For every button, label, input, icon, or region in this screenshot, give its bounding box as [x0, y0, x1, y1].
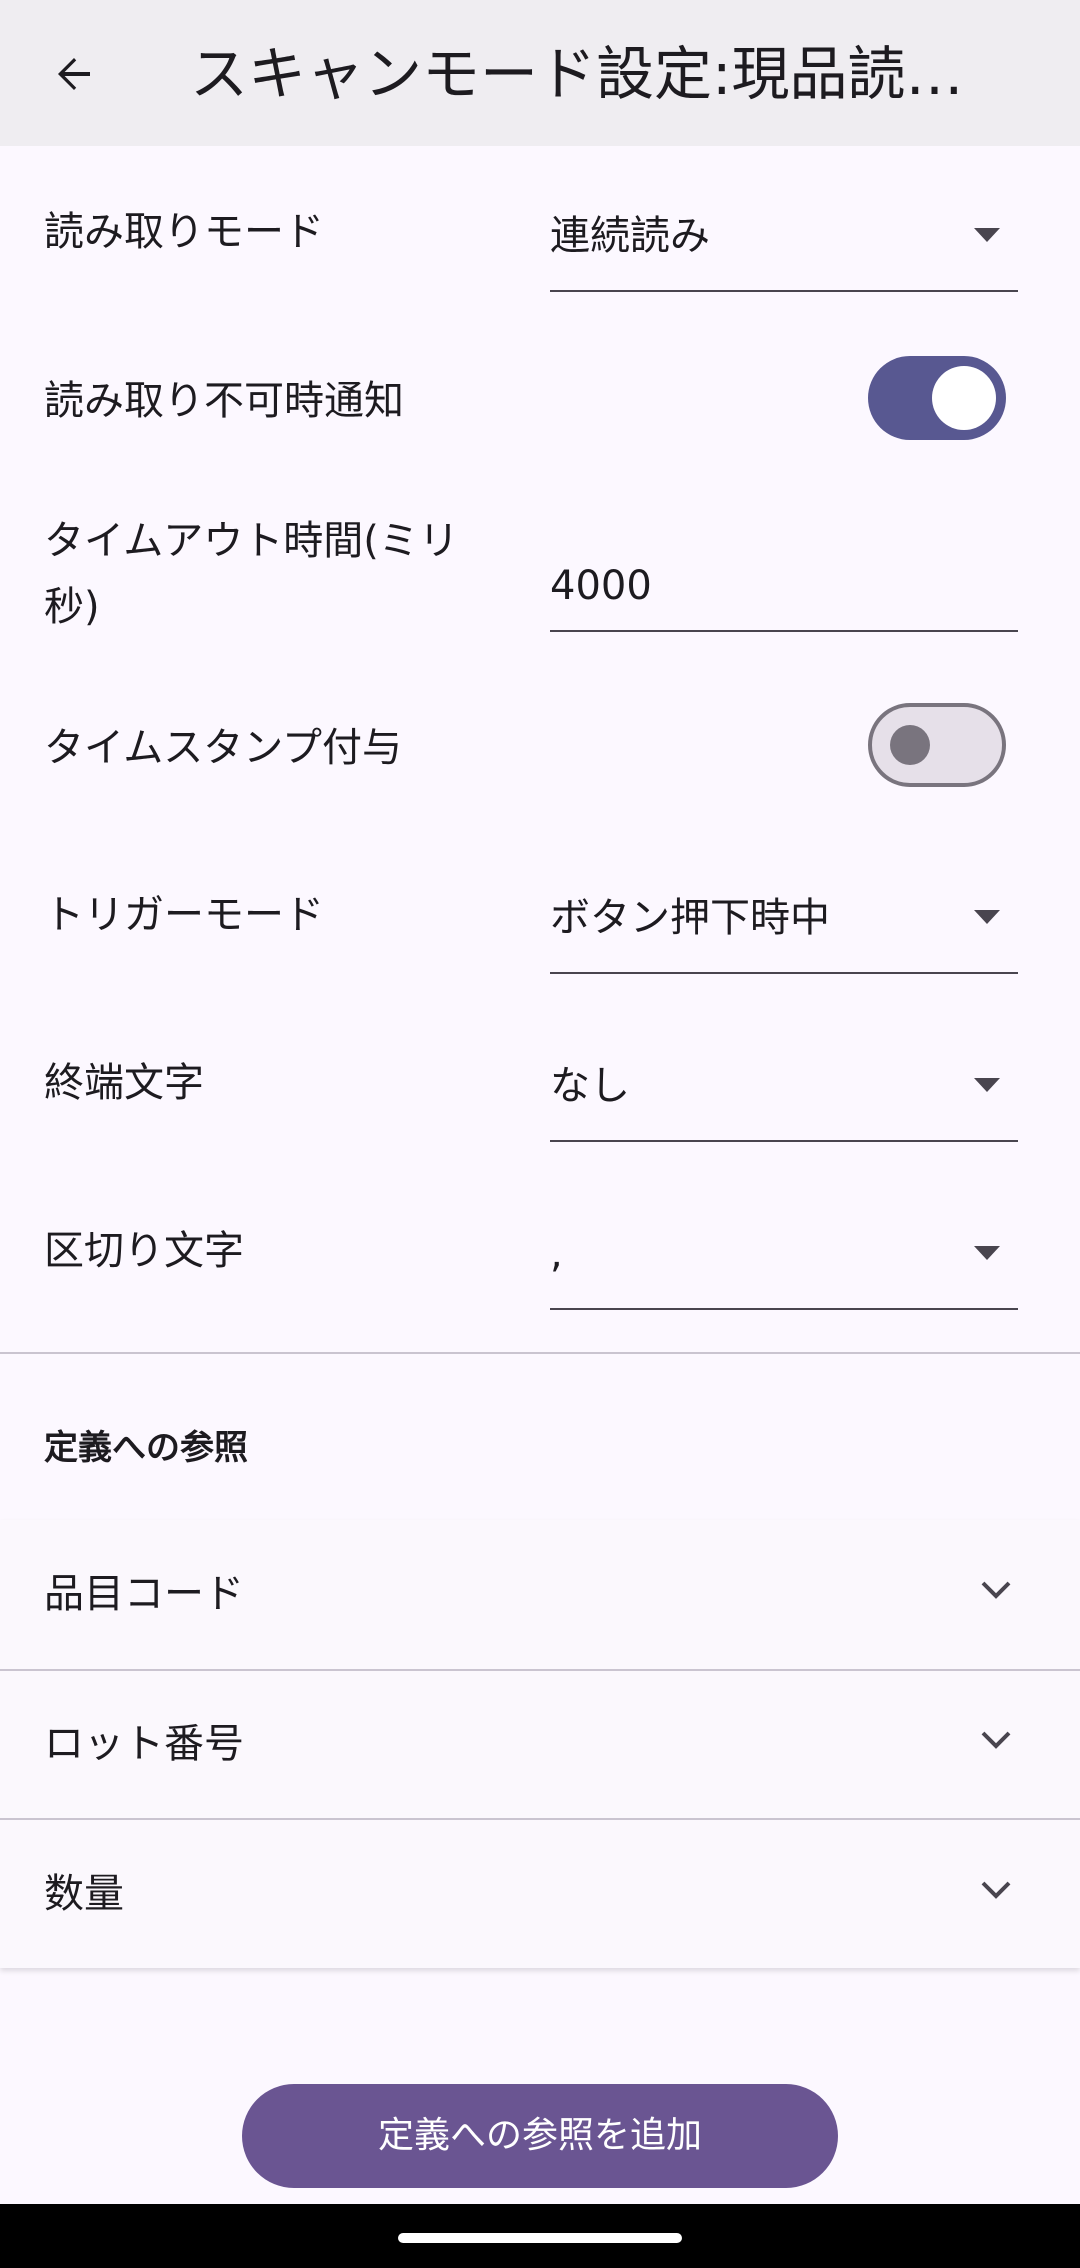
- section-divider: [0, 1352, 1080, 1354]
- chevron-down-icon: [981, 1581, 1011, 1599]
- timeout-label: タイムアウト時間(ミリ秒): [44, 518, 459, 630]
- references-card: 品目コード ロット番号 数量: [0, 1520, 1080, 1968]
- page-title: スキャンモード設定:現品読み…: [190, 40, 1020, 108]
- read-mode-label: 読み取りモード: [44, 209, 324, 255]
- dropdown-arrow-icon: [974, 910, 1000, 924]
- dropdown-arrow-icon: [974, 1246, 1000, 1260]
- reference-item-item-code[interactable]: 品目コード: [0, 1520, 1080, 1668]
- references-section-title: 定義への参照: [44, 1428, 248, 1468]
- terminator-label: 終端文字: [44, 1060, 204, 1106]
- reference-item-lot-number[interactable]: ロット番号: [0, 1670, 1080, 1818]
- arrow-back-icon: [58, 58, 90, 90]
- terminator-value: なし: [550, 1063, 630, 1109]
- top-app-bar: スキャンモード設定:現品読み…: [0, 0, 1080, 146]
- reference-item-label: 数量: [44, 1871, 124, 1917]
- separator-value: ,: [550, 1231, 563, 1277]
- back-button[interactable]: [34, 34, 114, 114]
- add-reference-button[interactable]: 定義への参照を追加: [242, 2084, 838, 2188]
- dropdown-arrow-icon: [974, 1078, 1000, 1092]
- trigger-mode-label: トリガーモード: [44, 892, 324, 938]
- timeout-input[interactable]: 4000: [550, 536, 1018, 632]
- read-mode-dropdown[interactable]: 連続読み: [550, 196, 1018, 292]
- chevron-down-icon: [981, 1881, 1011, 1899]
- read-mode-value: 連続読み: [550, 213, 710, 259]
- trigger-mode-dropdown[interactable]: ボタン押下時中: [550, 878, 1018, 974]
- reference-item-label: 品目コード: [44, 1571, 244, 1617]
- terminator-dropdown[interactable]: なし: [550, 1046, 1018, 1142]
- switch-thumb: [932, 366, 996, 430]
- unreadable-notify-label: 読み取り不可時通知: [44, 378, 404, 424]
- dropdown-arrow-icon: [974, 228, 1000, 242]
- switch-thumb: [890, 725, 930, 765]
- timestamp-switch[interactable]: [868, 703, 1006, 787]
- separator-label: 区切り文字: [44, 1228, 244, 1274]
- trigger-mode-value: ボタン押下時中: [550, 895, 830, 941]
- home-gesture-handle[interactable]: [398, 2233, 682, 2243]
- timestamp-label: タイムスタンプ付与: [44, 725, 402, 771]
- reference-item-quantity[interactable]: 数量: [0, 1820, 1080, 1968]
- reference-item-label: ロット番号: [44, 1721, 244, 1767]
- chevron-down-icon: [981, 1731, 1011, 1749]
- separator-dropdown[interactable]: ,: [550, 1214, 1018, 1310]
- timeout-value: 4000: [550, 563, 652, 609]
- unreadable-notify-switch[interactable]: [868, 356, 1006, 440]
